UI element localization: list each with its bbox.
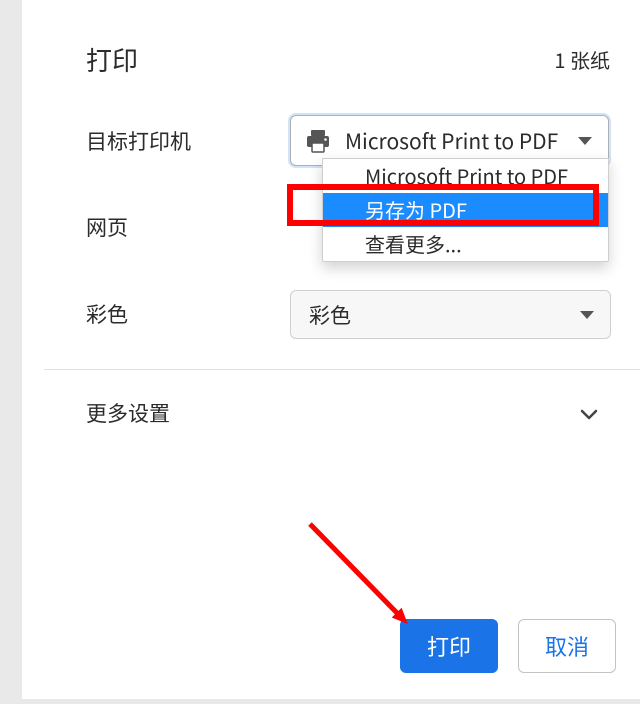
print-dialog-panel: 打印 1 张纸 目标打印机 Microsoft Print to PDF Mic… bbox=[22, 0, 640, 699]
destination-option-ms-print[interactable]: Microsoft Print to PDF bbox=[323, 159, 608, 193]
more-settings-label: 更多设置 bbox=[86, 398, 170, 428]
destination-option-save-as-pdf[interactable]: 另存为 PDF bbox=[323, 193, 608, 227]
destination-option-see-more[interactable]: 查看更多... bbox=[323, 227, 608, 261]
color-selected-text: 彩色 bbox=[309, 300, 351, 330]
dialog-title: 打印 bbox=[86, 45, 138, 75]
more-settings-row[interactable]: 更多设置 bbox=[86, 398, 610, 428]
pages-label: 网页 bbox=[86, 215, 128, 239]
caret-down-icon bbox=[578, 137, 592, 145]
destination-selected-text: Microsoft Print to PDF bbox=[345, 126, 558, 156]
print-button[interactable]: 打印 bbox=[400, 619, 498, 673]
caret-down-icon bbox=[580, 311, 594, 319]
chevron-down-icon bbox=[578, 404, 600, 426]
destination-label: 目标打印机 bbox=[86, 129, 191, 153]
color-select[interactable]: 彩色 bbox=[290, 290, 611, 339]
destination-dropdown[interactable]: Microsoft Print to PDF 另存为 PDF 查看更多... bbox=[322, 158, 609, 262]
printer-icon bbox=[305, 129, 331, 153]
cancel-button[interactable]: 取消 bbox=[518, 619, 616, 673]
color-label: 彩色 bbox=[86, 302, 128, 326]
page-count: 1 张纸 bbox=[554, 45, 610, 75]
section-divider bbox=[44, 369, 640, 370]
